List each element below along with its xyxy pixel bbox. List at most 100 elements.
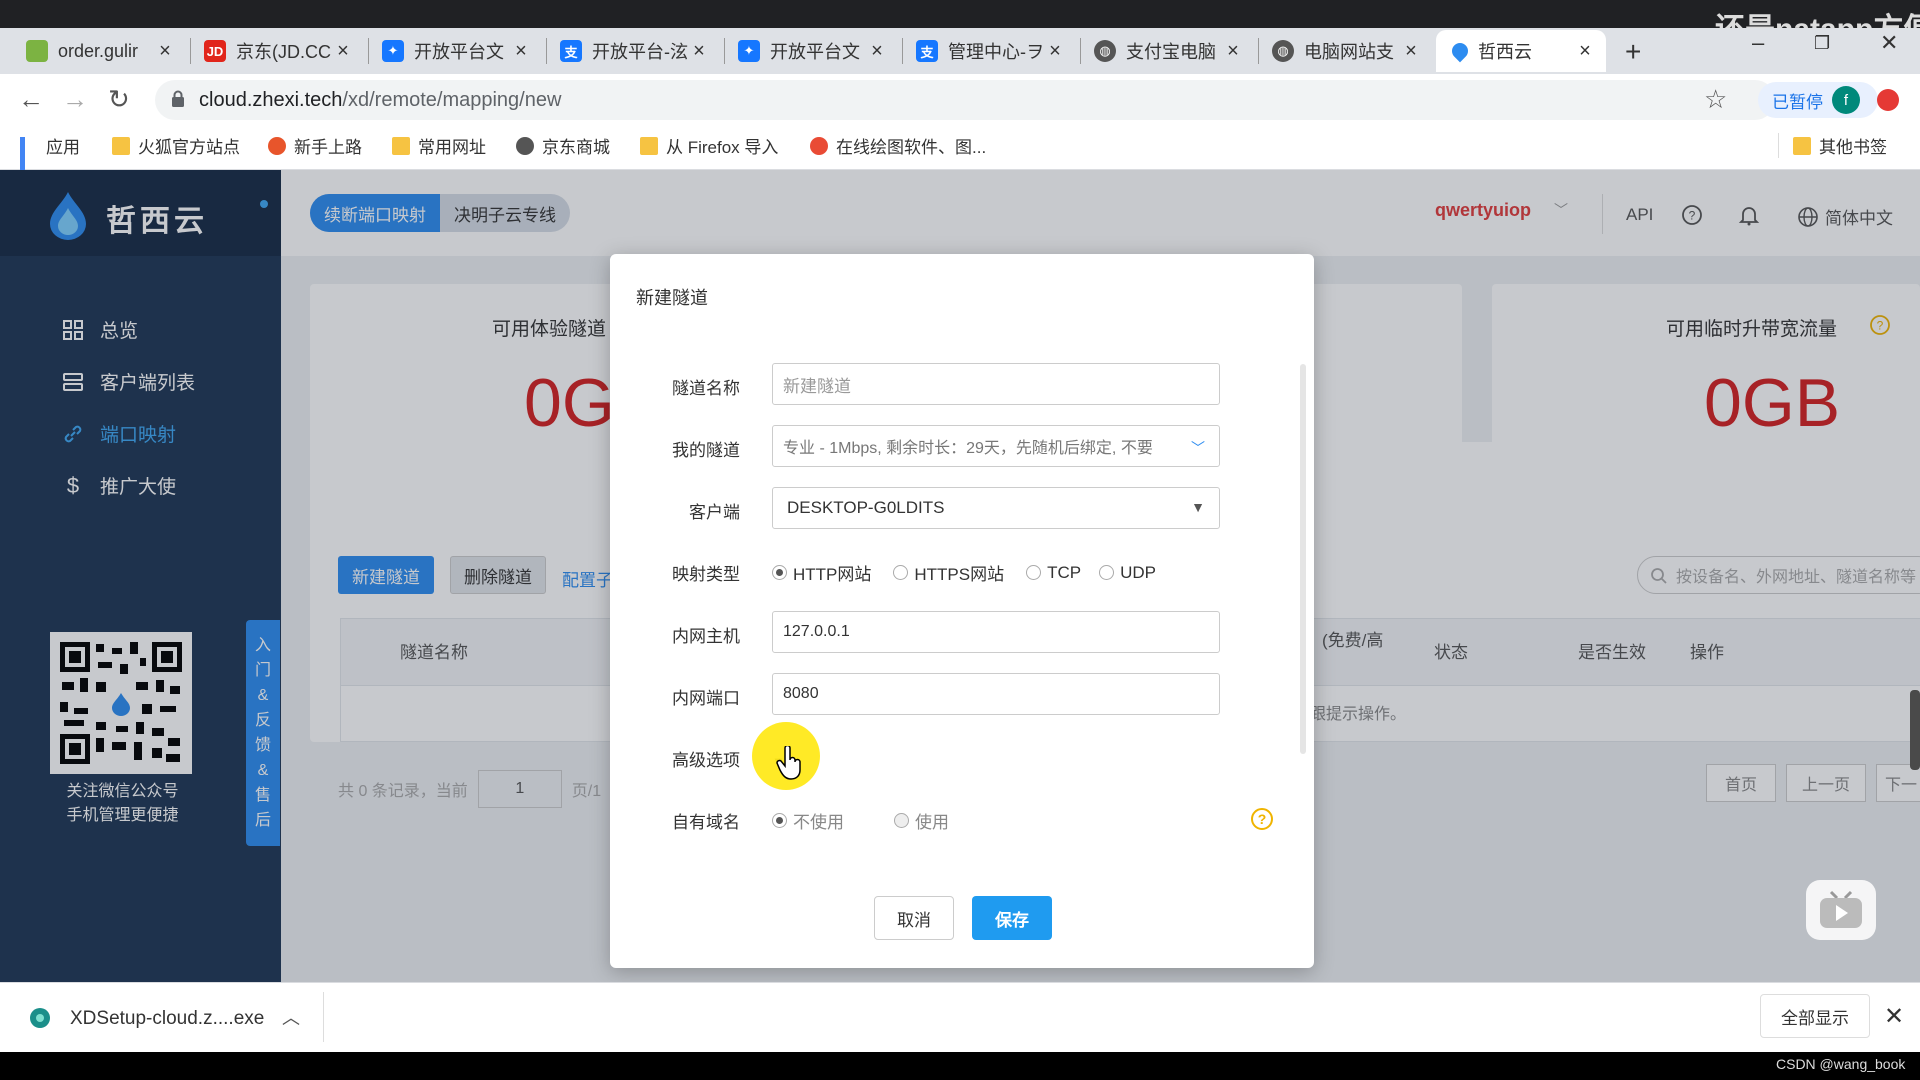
tab-admin-center[interactable]: 支 管理中心-ヲ × [904, 30, 1076, 72]
radio-https[interactable]: HTTPS网站 [893, 560, 1004, 585]
bookmark-label: 新手上路 [294, 138, 362, 157]
local-port-input[interactable]: 8080 [772, 673, 1220, 715]
paused-label: 已暂停 [1772, 92, 1823, 112]
extension-icon[interactable] [1877, 89, 1899, 111]
profile-avatar[interactable]: f [1832, 86, 1860, 114]
new-tab-button[interactable]: + [1625, 36, 1641, 68]
radio-label: 使用 [915, 813, 949, 832]
tab-separator [1258, 38, 1259, 64]
tunnel-name-input[interactable]: 新建隧道 [772, 363, 1220, 405]
radio-label: HTTP网站 [793, 565, 872, 584]
tab-open-platform-doc-2[interactable]: ✦ 开放平台文 × [726, 30, 898, 72]
figure-icon: ✦ [382, 40, 404, 62]
page-scrollbar[interactable] [1910, 690, 1920, 770]
tab-open-platform-doc[interactable]: ✦ 开放平台文 × [370, 30, 542, 72]
divider [323, 992, 324, 1042]
sync-paused-button[interactable]: 已暂停 [1758, 82, 1878, 118]
close-icon[interactable]: × [334, 40, 352, 63]
tab-pc-site-pay[interactable]: ◍ 电脑网站支 × [1260, 30, 1432, 72]
caret-down-icon: ▼ [1191, 499, 1205, 515]
bookmark-jd-mall[interactable]: 京东商城 [516, 133, 610, 158]
bookmark-firefox-import[interactable]: 从 Firefox 导入 [640, 133, 778, 158]
save-button[interactable]: 保存 [972, 896, 1052, 940]
alipay-icon: 支 [560, 40, 582, 62]
client-select[interactable]: DESKTOP-G0LDITS ▼ [772, 487, 1220, 529]
tab-separator [902, 38, 903, 64]
tab-separator [1080, 38, 1081, 64]
bookmark-label: 在线绘图软件、图... [836, 138, 987, 157]
tab-separator [724, 38, 725, 64]
url-host: cloud.zhexi.tech [199, 88, 343, 111]
minimize-button[interactable]: – [1752, 30, 1764, 56]
tab-jd[interactable]: JD 京东(JD.CC × [192, 30, 364, 72]
tab-zhexi-cloud[interactable]: 哲西云 × [1436, 30, 1606, 72]
download-filename[interactable]: XDSetup-cloud.z....exe [70, 1008, 264, 1030]
bookmark-firefox-sites[interactable]: 火狐官方站点 [112, 133, 240, 158]
close-icon[interactable]: × [1576, 40, 1594, 63]
dialog-scrollbar[interactable] [1300, 364, 1306, 754]
bookmark-label: 从 Firefox 导入 [666, 138, 779, 157]
csdn-credit: CSDN @wang_book [1776, 1056, 1906, 1072]
chevron-up-icon[interactable]: ︿ [282, 1004, 300, 1030]
apps-grid-icon [20, 136, 38, 182]
radio-tcp[interactable]: TCP [1026, 563, 1081, 583]
close-icon[interactable]: × [156, 40, 174, 63]
close-icon[interactable]: × [868, 40, 886, 63]
lock-icon [172, 90, 184, 107]
cancel-button[interactable]: 取消 [874, 896, 954, 940]
radio-udp[interactable]: UDP [1099, 563, 1156, 583]
tab-title: 开放平台文 [770, 42, 860, 62]
tab-separator [190, 38, 191, 64]
bookmark-getting-started[interactable]: 新手上路 [268, 133, 362, 158]
address-bar[interactable]: cloud.zhexi.tech/xd/remote/mapping/new [155, 80, 1775, 120]
tab-alipay-pc[interactable]: ◍ 支付宝电脑 × [1082, 30, 1254, 72]
close-icon[interactable]: × [1046, 40, 1064, 63]
close-icon[interactable]: × [690, 40, 708, 63]
window-close-button[interactable]: ✕ [1880, 30, 1898, 56]
bookmark-star-icon[interactable]: ☆ [1704, 84, 1727, 115]
close-icon[interactable]: × [1402, 40, 1420, 63]
tab-separator [368, 38, 369, 64]
help-circle-icon[interactable]: ? [1251, 808, 1273, 830]
bookmark-other[interactable]: 其他书签 [1778, 133, 1887, 158]
forward-button[interactable]: → [62, 84, 88, 115]
close-icon[interactable]: × [512, 40, 530, 63]
bookmark-label: 其他书签 [1819, 138, 1887, 157]
local-port-label: 内网端口 [672, 689, 740, 708]
reload-button[interactable]: ↻ [108, 84, 130, 115]
local-port-value: 8080 [783, 685, 819, 702]
tab-title: 电脑网站支 [1304, 42, 1394, 62]
tab-open-platform[interactable]: 支 开放平台-泫 × [548, 30, 720, 72]
custom-domain-label: 自有域名 [672, 813, 740, 832]
back-button[interactable]: ← [18, 84, 44, 115]
custom-domain-radio-group: 不使用 使用 [772, 808, 971, 833]
radio-http[interactable]: HTTP网站 [772, 560, 871, 585]
tunnel-name-placeholder: 新建隧道 [783, 376, 851, 396]
tab-title: 开放平台-泫 [592, 42, 688, 62]
bookmark-apps[interactable]: 应用 [20, 133, 80, 182]
local-host-input[interactable]: 127.0.0.1 [772, 611, 1220, 653]
xd-installer-icon [30, 1008, 50, 1028]
my-tunnel-select[interactable]: 专业 - 1Mbps, 剩余时长：29天，先随机后绑定, 不要 ﹀ [772, 425, 1220, 467]
globe-icon: ◍ [1272, 40, 1294, 62]
radio-domain-enabled[interactable]: 使用 [894, 808, 949, 833]
radio-domain-disabled[interactable]: 不使用 [772, 808, 844, 833]
bookmark-common-sites[interactable]: 常用网址 [392, 133, 486, 158]
local-host-value: 127.0.0.1 [783, 623, 850, 640]
firefox-icon [268, 136, 286, 155]
folder-icon [1793, 136, 1811, 155]
show-all-downloads-button[interactable]: 全部显示 [1760, 994, 1870, 1038]
tab-title: 京东(JD.CC [236, 42, 331, 62]
radio-dot [893, 565, 909, 580]
restore-button[interactable]: ❐ [1814, 33, 1830, 54]
mapping-type-radio-group: HTTP网站 HTTPS网站 TCP UDP [772, 560, 1178, 585]
bookmark-online-drawing[interactable]: 在线绘图软件、图... [810, 133, 986, 158]
close-icon[interactable]: × [1224, 40, 1242, 63]
bookmark-label: 常用网址 [418, 138, 486, 157]
radio-dot [894, 813, 909, 828]
jd-icon: JD [204, 40, 226, 62]
local-host-label: 内网主机 [672, 627, 740, 646]
tab-order-guli[interactable]: order.gulir × [14, 30, 186, 72]
close-icon[interactable]: ✕ [1884, 1002, 1904, 1031]
zhexi-drop-icon [1448, 39, 1472, 63]
